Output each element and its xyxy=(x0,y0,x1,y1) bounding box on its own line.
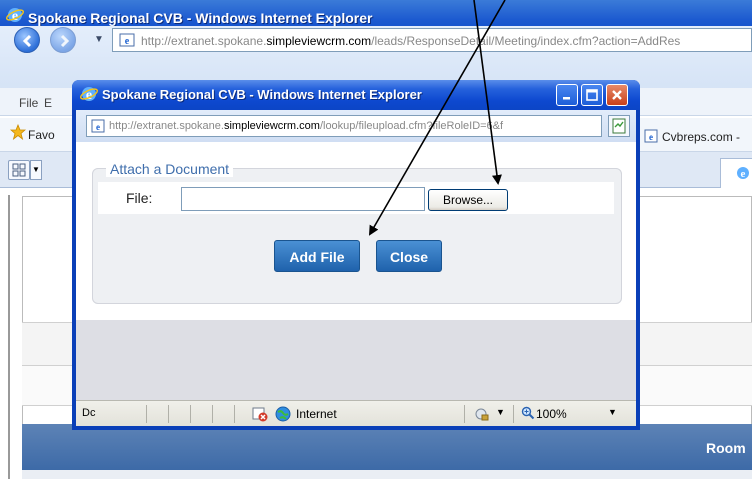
zoom-level[interactable]: 100% xyxy=(536,407,567,421)
arrow-right-icon xyxy=(60,34,70,48)
main-window-title: Spokane Regional CVB - Windows Internet … xyxy=(28,10,373,26)
favorites-star-icon[interactable] xyxy=(10,124,26,140)
ie-logo-icon: e xyxy=(80,87,98,103)
compatibility-view-button[interactable] xyxy=(608,115,630,137)
section-header-title: Room xyxy=(706,440,746,456)
main-address-bar[interactable]: e http://extranet.spokane.simpleviewcrm.… xyxy=(112,28,752,52)
minimize-icon xyxy=(563,97,570,100)
close-button[interactable]: Close xyxy=(376,240,442,272)
quick-tabs-button[interactable] xyxy=(8,160,30,180)
minimize-button[interactable] xyxy=(556,84,578,106)
svg-text:e: e xyxy=(96,122,100,132)
popup-status-bar: Dc Internet ▼ 100% ▼ xyxy=(76,400,636,426)
svg-text:e: e xyxy=(649,132,653,142)
table-row xyxy=(22,470,752,479)
page-icon: e xyxy=(119,33,135,47)
status-divider xyxy=(464,405,465,423)
file-path-input[interactable] xyxy=(181,187,425,211)
add-file-button[interactable]: Add File xyxy=(274,240,360,272)
popup-address-bar[interactable]: e http://extranet.spokane.simpleviewcrm.… xyxy=(86,115,602,137)
protected-mode-dropdown-icon[interactable]: ▼ xyxy=(496,407,505,417)
file-label: File: xyxy=(126,190,153,206)
popup-address-row: e http://extranet.spokane.simpleviewcrm.… xyxy=(76,110,636,142)
security-zone-label: Internet xyxy=(296,407,337,421)
popup-content: Attach a Document File: Browse... Add Fi… xyxy=(76,142,636,400)
section-header-band xyxy=(22,424,752,470)
status-divider xyxy=(190,405,191,423)
status-divider xyxy=(168,405,169,423)
zoom-dropdown-icon[interactable]: ▼ xyxy=(608,407,617,417)
forward-button[interactable] xyxy=(50,27,76,53)
status-divider xyxy=(146,405,147,423)
popup-window-title: Spokane Regional CVB - Windows Internet … xyxy=(102,87,422,102)
favorites-link-label: Cvbreps.com - xyxy=(662,130,741,144)
recent-pages-dropdown-icon[interactable]: ▼ xyxy=(94,34,104,45)
protected-mode-icon[interactable] xyxy=(474,406,490,422)
menu-file[interactable]: File xyxy=(19,96,38,110)
svg-text:e: e xyxy=(741,168,746,180)
close-icon xyxy=(612,90,622,100)
maximize-button[interactable] xyxy=(581,84,603,106)
close-window-button[interactable] xyxy=(606,84,628,106)
broken-page-icon xyxy=(612,118,626,134)
page-icon: e xyxy=(644,129,658,143)
popup-blocked-icon[interactable] xyxy=(252,406,268,422)
ie-logo-icon: e xyxy=(6,8,24,24)
back-button[interactable] xyxy=(14,27,40,53)
internet-zone-globe-icon xyxy=(275,406,291,422)
grid-icon xyxy=(12,163,26,177)
popup-url: http://extranet.spokane.simpleviewcrm.co… xyxy=(109,120,504,132)
browse-button[interactable]: Browse... xyxy=(428,189,508,211)
popup-window: e Spokane Regional CVB - Windows Interne… xyxy=(72,80,640,430)
arrow-left-icon xyxy=(22,34,32,48)
maximize-icon xyxy=(586,89,598,101)
favorites-label[interactable]: Favo xyxy=(28,128,55,142)
favorites-link-cvbreps[interactable]: e Cvbreps.com - xyxy=(640,126,752,148)
status-text: Dc xyxy=(82,407,96,419)
status-divider xyxy=(513,405,514,423)
ie-logo-icon: e xyxy=(737,167,749,180)
menu-edit[interactable]: E xyxy=(44,96,52,110)
svg-text:e: e xyxy=(125,36,130,47)
page-icon: e xyxy=(91,119,105,133)
tab-current[interactable]: e xyxy=(720,158,752,188)
status-divider xyxy=(234,405,235,423)
main-url: http://extranet.spokane.simpleviewcrm.co… xyxy=(141,34,681,48)
attach-document-legend: Attach a Document xyxy=(106,161,234,177)
status-divider xyxy=(212,405,213,423)
zoom-magnifier-icon xyxy=(521,406,535,420)
tab-list-dropdown-icon[interactable]: ▼ xyxy=(30,160,42,180)
popup-title-bar[interactable]: e Spokane Regional CVB - Windows Interne… xyxy=(72,80,640,110)
popup-empty-area xyxy=(76,320,636,400)
